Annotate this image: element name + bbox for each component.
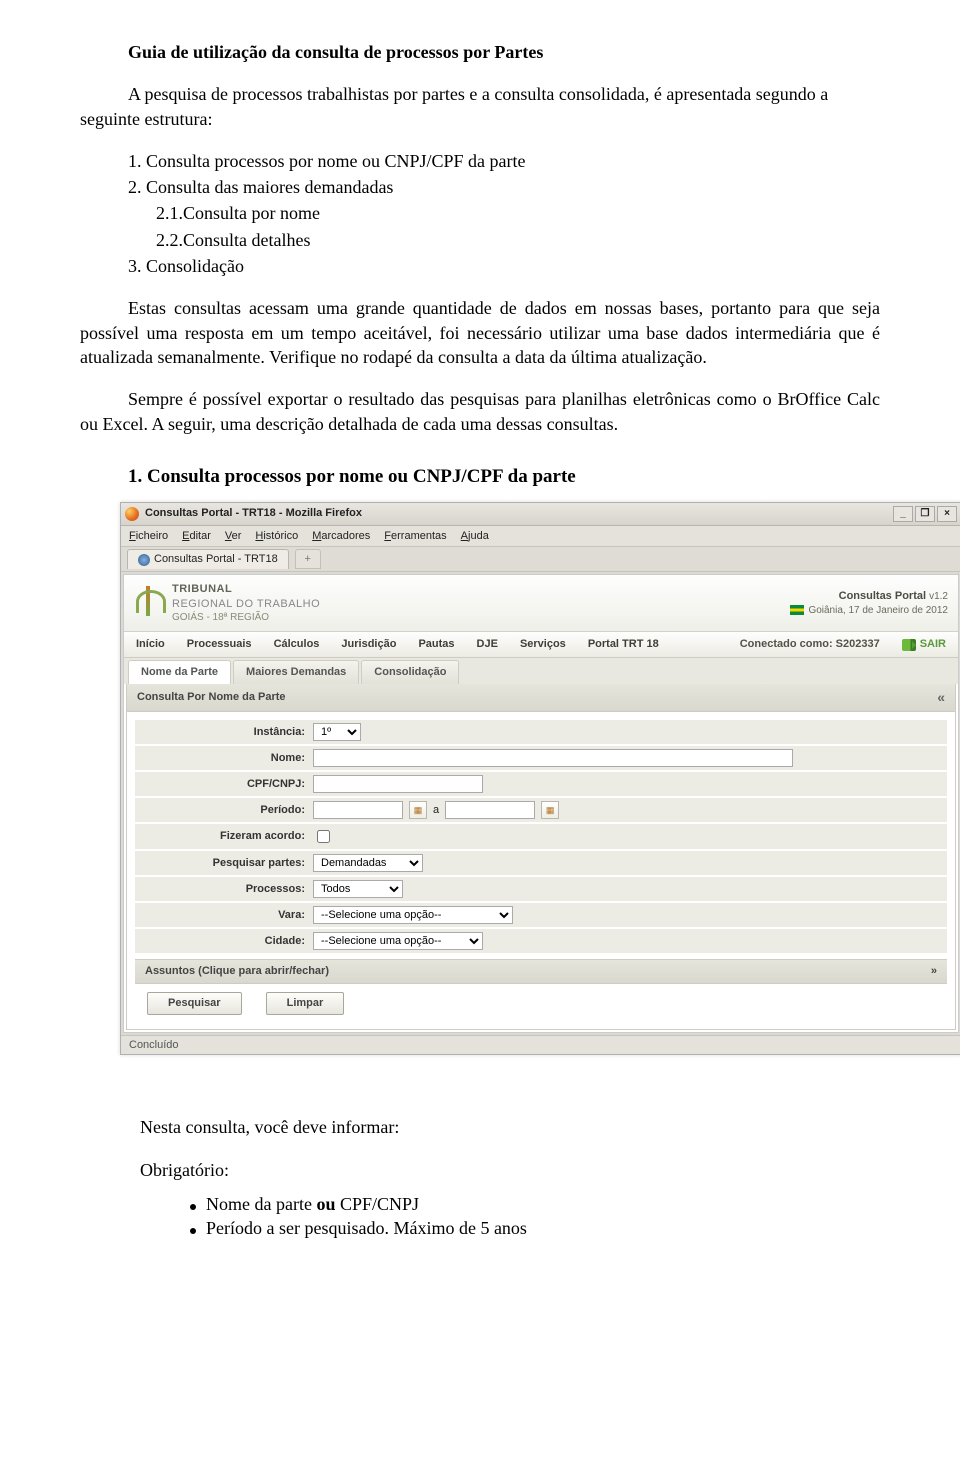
partes-select[interactable]: Demandadas bbox=[313, 854, 423, 872]
doc-p2: Sempre é possível exportar o resultado d… bbox=[80, 387, 880, 436]
browser-tabbar: Consultas Portal - TRT18 + bbox=[121, 547, 960, 572]
cidade-label: Cidade: bbox=[135, 934, 313, 949]
org-sub: GOIÁS - 18ª REGIÃO bbox=[172, 611, 320, 625]
panel-title: Consulta Por Nome da Parte bbox=[137, 690, 286, 705]
menu-item[interactable]: Editar bbox=[182, 529, 211, 544]
connected-as: Conectado como: S202337 bbox=[740, 637, 880, 652]
nav-item-dje[interactable]: DJE bbox=[477, 637, 498, 652]
browser-statusbar: Concluído bbox=[121, 1035, 960, 1055]
cidade-select[interactable]: --Selecione uma opção-- bbox=[313, 932, 483, 950]
portal-version: v1.2 bbox=[929, 591, 948, 602]
outline-item: 2.2.Consulta detalhes bbox=[156, 228, 880, 252]
cpf-input[interactable] bbox=[313, 775, 483, 793]
logout-button[interactable]: SAIR bbox=[902, 637, 946, 652]
menu-item[interactable]: Ver bbox=[225, 529, 242, 544]
cpf-label: CPF/CNPJ: bbox=[135, 777, 313, 792]
footer-lead: Nesta consulta, você deve informar: bbox=[140, 1115, 880, 1139]
outline-item: 2.1.Consulta por nome bbox=[156, 201, 880, 225]
instancia-label: Instância: bbox=[135, 725, 313, 740]
window-titlebar: Consultas Portal - TRT18 - Mozilla Firef… bbox=[121, 503, 960, 526]
nav-item-pautas[interactable]: Pautas bbox=[418, 637, 454, 652]
bullet-icon bbox=[190, 1204, 196, 1210]
search-panel: Consulta Por Nome da Parte « Instância: … bbox=[126, 684, 956, 1030]
section-heading-1: 1. Consulta processos por nome ou CNPJ/C… bbox=[128, 464, 880, 490]
nav-item-calculos[interactable]: Cálculos bbox=[274, 637, 320, 652]
nome-input[interactable] bbox=[313, 749, 793, 767]
periodo-label: Período: bbox=[135, 803, 313, 818]
doc-intro: A pesquisa de processos trabalhistas por… bbox=[80, 82, 880, 131]
trt-logo-icon bbox=[134, 586, 162, 620]
doc-title: Guia de utilização da consulta de proces… bbox=[80, 40, 880, 64]
menu-item[interactable]: Ficheiro bbox=[129, 529, 168, 544]
window-close-button[interactable]: × bbox=[937, 506, 957, 522]
instancia-select[interactable]: 1º bbox=[313, 723, 361, 741]
periodo-from-input[interactable] bbox=[313, 801, 403, 819]
nav-item-inicio[interactable]: Início bbox=[136, 637, 165, 652]
nav-item-portal-trt18[interactable]: Portal TRT 18 bbox=[588, 637, 659, 652]
nome-label: Nome: bbox=[135, 751, 313, 766]
assuntos-header[interactable]: Assuntos (Clique para abrir/fechar) » bbox=[135, 959, 947, 984]
processos-select[interactable]: Todos bbox=[313, 880, 403, 898]
calendar-icon[interactable]: ▦ bbox=[409, 801, 427, 819]
bullet-item: Nome da parte ou CPF/CNPJ bbox=[190, 1192, 880, 1216]
bullet-icon bbox=[190, 1228, 196, 1234]
processos-label: Processos: bbox=[135, 882, 313, 897]
outline-item: 3. Consolidação bbox=[128, 254, 880, 278]
goias-flag-icon bbox=[790, 605, 804, 615]
assuntos-label: Assuntos (Clique para abrir/fechar) bbox=[145, 964, 329, 979]
footer-oblig: Obrigatório: bbox=[140, 1158, 880, 1182]
calendar-icon[interactable]: ▦ bbox=[541, 801, 559, 819]
browser-tab-label: Consultas Portal - TRT18 bbox=[154, 552, 278, 567]
page-content: TRIBUNAL REGIONAL DO TRABALHO GOIÁS - 18… bbox=[123, 574, 959, 1032]
pesquisar-button[interactable]: Pesquisar bbox=[147, 992, 242, 1015]
embedded-screenshot: Consultas Portal - TRT18 - Mozilla Firef… bbox=[120, 502, 960, 1056]
portal-name: Consultas Portal bbox=[839, 590, 926, 602]
tab-nome-da-parte[interactable]: Nome da Parte bbox=[128, 660, 231, 684]
outline-item: 1. Consulta processos por nome ou CNPJ/C… bbox=[128, 149, 880, 173]
browser-tab[interactable]: Consultas Portal - TRT18 bbox=[127, 549, 289, 569]
new-tab-button[interactable]: + bbox=[295, 549, 321, 569]
portal-header: TRIBUNAL REGIONAL DO TRABALHO GOIÁS - 18… bbox=[124, 575, 958, 632]
acordo-checkbox[interactable] bbox=[317, 830, 330, 843]
tab-maiores-demandas[interactable]: Maiores Demandas bbox=[233, 660, 359, 684]
panel-header[interactable]: Consulta Por Nome da Parte « bbox=[127, 684, 955, 712]
window-minimize-button[interactable]: _ bbox=[893, 506, 913, 522]
periodo-sep: a bbox=[433, 803, 439, 818]
nav-item-jurisdicao[interactable]: Jurisdição bbox=[341, 637, 396, 652]
menu-item[interactable]: Ajuda bbox=[461, 529, 489, 544]
window-title: Consultas Portal - TRT18 - Mozilla Firef… bbox=[145, 506, 362, 521]
outline-item: 2. Consulta das maiores demandadas bbox=[128, 175, 880, 199]
content-tabs: Nome da Parte Maiores Demandas Consolida… bbox=[124, 658, 958, 684]
doc-p1: Estas consultas acessam uma grande quant… bbox=[80, 296, 880, 369]
doc-intro-text: A pesquisa de processos trabalhistas por… bbox=[80, 84, 828, 128]
expand-icon[interactable]: » bbox=[931, 964, 937, 979]
org-line1: TRIBUNAL bbox=[172, 583, 232, 595]
favicon-icon bbox=[138, 554, 150, 566]
portal-date: Goiânia, 17 de Janeiro de 2012 bbox=[808, 605, 948, 616]
portal-navbar: Início Processuais Cálculos Jurisdição P… bbox=[124, 632, 958, 658]
menu-item[interactable]: Ferramentas bbox=[384, 529, 446, 544]
browser-menubar: Ficheiro Editar Ver Histórico Marcadores… bbox=[121, 526, 960, 548]
periodo-to-input[interactable] bbox=[445, 801, 535, 819]
window-restore-button[interactable]: ❐ bbox=[915, 506, 935, 522]
collapse-icon[interactable]: « bbox=[937, 688, 945, 707]
logout-icon bbox=[902, 639, 916, 651]
doc-p1-text: Estas consultas acessam uma grande quant… bbox=[80, 298, 880, 367]
limpar-button[interactable]: Limpar bbox=[266, 992, 345, 1015]
org-line2: REGIONAL DO TRABALHO bbox=[172, 598, 320, 610]
vara-select[interactable]: --Selecione uma opção-- bbox=[313, 906, 513, 924]
bullet-item: Período a ser pesquisado. Máximo de 5 an… bbox=[190, 1216, 880, 1240]
menu-item[interactable]: Marcadores bbox=[312, 529, 370, 544]
tab-consolidacao[interactable]: Consolidação bbox=[361, 660, 459, 684]
partes-label: Pesquisar partes: bbox=[135, 856, 313, 871]
doc-p2-text: Sempre é possível exportar o resultado d… bbox=[80, 389, 880, 433]
acordo-label: Fizeram acordo: bbox=[135, 829, 313, 844]
doc-outline: 1. Consulta processos por nome ou CNPJ/C… bbox=[128, 149, 880, 278]
nav-item-servicos[interactable]: Serviços bbox=[520, 637, 566, 652]
vara-label: Vara: bbox=[135, 908, 313, 923]
nav-item-processuais[interactable]: Processuais bbox=[187, 637, 252, 652]
menu-item[interactable]: Histórico bbox=[255, 529, 298, 544]
firefox-icon bbox=[125, 507, 139, 521]
